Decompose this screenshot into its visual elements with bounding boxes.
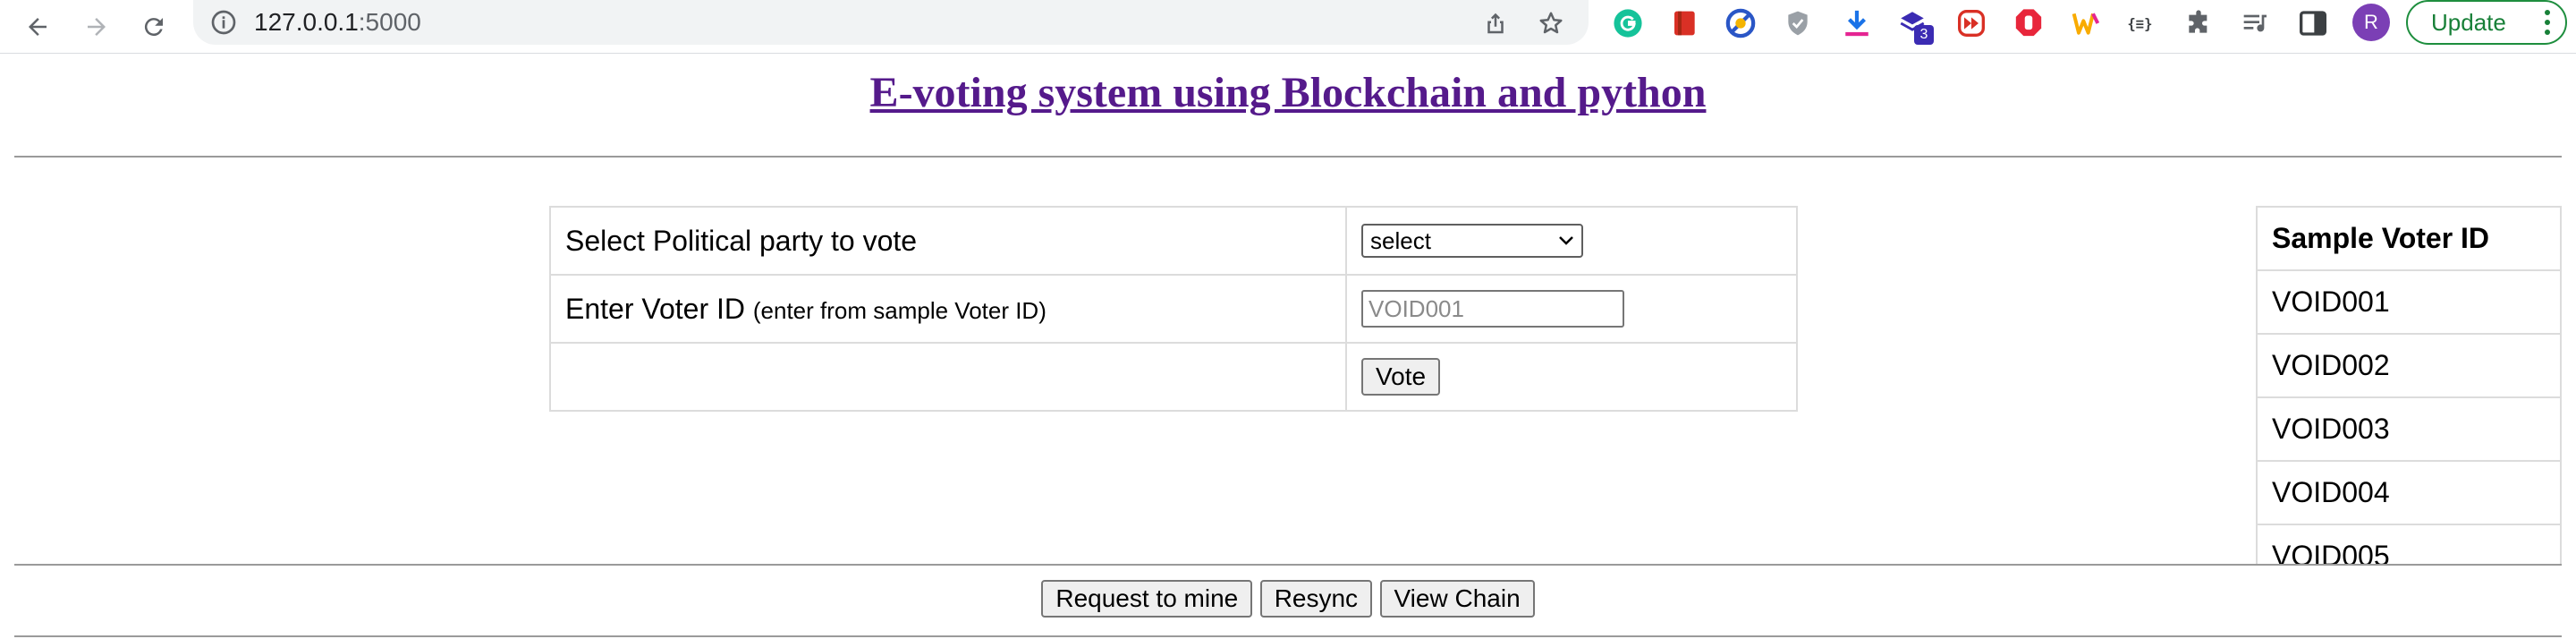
vote-button-cell: Vote xyxy=(1345,342,1798,412)
star-icon xyxy=(1539,12,1563,34)
action-bar: Request to mine Resync View Chain xyxy=(0,580,2576,618)
w-icon[interactable] xyxy=(2068,5,2104,41)
forward-button[interactable] xyxy=(75,5,118,48)
voter-id-item: VOID005 xyxy=(2256,524,2562,564)
request-mine-button[interactable]: Request to mine xyxy=(1041,580,1253,618)
grammarly-icon[interactable] xyxy=(1610,5,1646,41)
sample-voter-table: Sample Voter ID VOID001 VOID002 VOID003 … xyxy=(2256,206,2562,564)
share-icon xyxy=(1487,13,1504,34)
vote-button-row: Vote xyxy=(549,342,1798,412)
empty-cell xyxy=(549,342,1347,412)
voter-id-row: Enter Voter ID (enter from sample Voter … xyxy=(549,274,1798,344)
reload-button[interactable] xyxy=(132,5,175,48)
voter-id-item: VOID002 xyxy=(2256,333,2562,398)
voter-id-label-cell: Enter Voter ID (enter from sample Voter … xyxy=(549,274,1347,344)
party-select-value: select xyxy=(1370,226,1431,254)
book-icon[interactable] xyxy=(1667,5,1703,41)
voter-id-item: VOID004 xyxy=(2256,460,2562,525)
voter-id-hint: (enter from sample Voter ID) xyxy=(752,296,1046,324)
sample-voter-panel[interactable]: Sample Voter ID VOID001 VOID002 VOID003 … xyxy=(2256,206,2562,564)
share-button[interactable] xyxy=(1479,7,1512,39)
json-icon[interactable]: {≡} xyxy=(2123,5,2159,41)
party-label: Select Political party to vote xyxy=(549,206,1347,276)
view-chain-button[interactable]: View Chain xyxy=(1379,580,1535,618)
side-panel-icon[interactable] xyxy=(2295,5,2331,41)
forward-icon[interactable] xyxy=(1953,5,1989,41)
reload-icon xyxy=(144,18,163,37)
vote-form-table: Select Political party to vote select En… xyxy=(549,206,1798,412)
sample-voter-header: Sample Voter ID xyxy=(2256,206,2562,271)
bookmark-button[interactable] xyxy=(1535,7,1567,39)
update-label: Update xyxy=(2431,9,2506,36)
chevron-down-icon xyxy=(1559,236,1573,245)
shield-icon[interactable] xyxy=(1780,5,1816,41)
address-bar[interactable]: 127.0.0.1:5000 xyxy=(193,0,1589,45)
voter-id-input-cell xyxy=(1345,274,1798,344)
stack-icon[interactable]: 3 xyxy=(1894,5,1934,45)
update-button[interactable]: Update xyxy=(2406,0,2567,45)
browser-toolbar: 127.0.0.1:5000 3 {≡} R Update xyxy=(0,0,2576,54)
voter-id-item: VOID003 xyxy=(2256,396,2562,462)
download-icon[interactable] xyxy=(1839,5,1875,41)
profile-avatar[interactable]: R xyxy=(2352,4,2390,41)
url-text[interactable]: 127.0.0.1:5000 xyxy=(254,7,421,38)
party-select[interactable]: select xyxy=(1361,224,1583,258)
divider-actions xyxy=(14,564,2562,566)
extension-badge: 3 xyxy=(1914,25,1934,45)
voter-id-input[interactable] xyxy=(1361,290,1624,328)
arrow-left-icon xyxy=(29,18,47,36)
page-title[interactable]: E-voting system using Blockchain and pyt… xyxy=(0,68,2576,117)
divider-top xyxy=(14,156,2562,158)
media-list-icon[interactable] xyxy=(2238,5,2274,41)
party-row: Select Political party to vote select xyxy=(549,206,1798,276)
svg-text:{≡}: {≡} xyxy=(2127,16,2152,32)
more-vert-icon xyxy=(2545,10,2550,35)
voter-id-item: VOID001 xyxy=(2256,269,2562,335)
voter-id-label: Enter Voter ID xyxy=(565,292,745,325)
back-button[interactable] xyxy=(16,5,59,48)
info-icon[interactable] xyxy=(209,8,238,37)
stop-hand-icon[interactable] xyxy=(2011,5,2046,41)
puzzle-icon[interactable] xyxy=(2181,5,2216,41)
vote-button[interactable]: Vote xyxy=(1361,358,1441,396)
divider-bottom xyxy=(14,635,2562,637)
party-select-cell: select xyxy=(1345,206,1798,276)
arrow-right-icon xyxy=(88,18,106,36)
resync-button[interactable]: Resync xyxy=(1259,580,1373,618)
block-icon[interactable] xyxy=(1723,5,1758,41)
